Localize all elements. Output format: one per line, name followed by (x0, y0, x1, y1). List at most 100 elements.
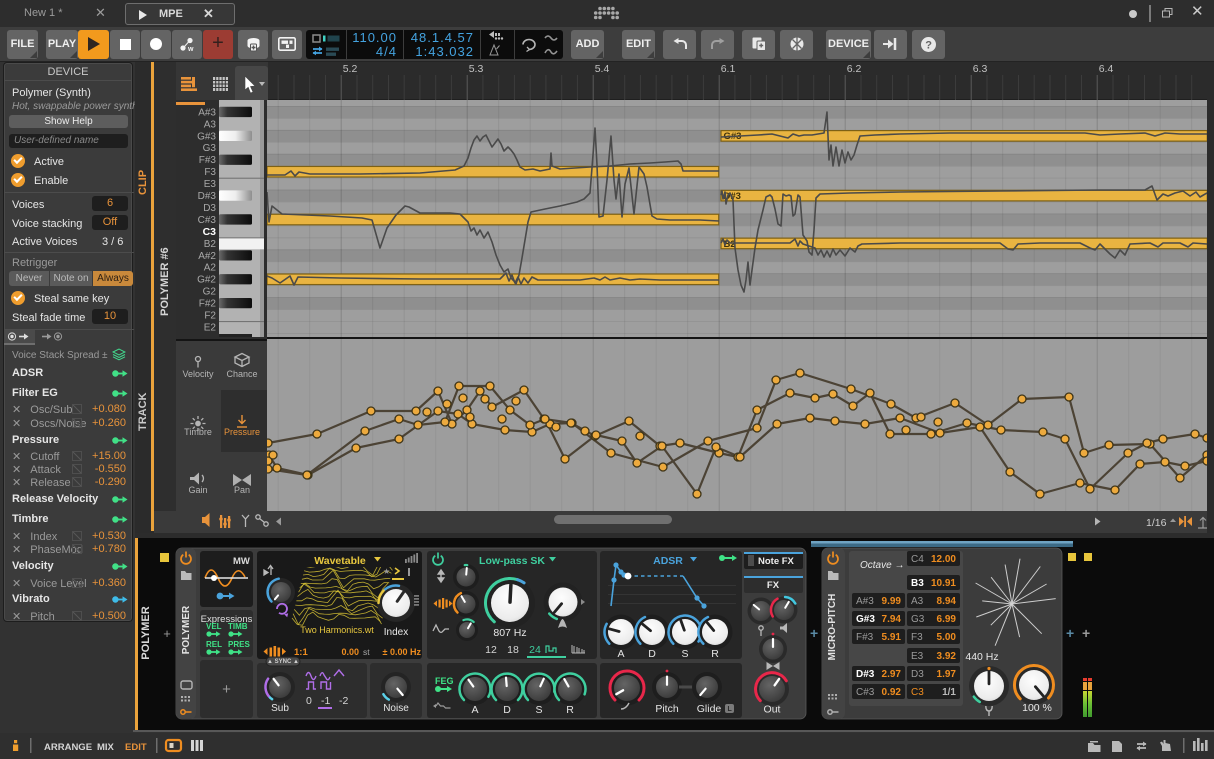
svg-text:6.2: 6.2 (847, 63, 862, 75)
svg-text:E3: E3 (911, 651, 924, 662)
svg-text:Glide: Glide (697, 703, 722, 715)
svg-text:D3: D3 (203, 203, 216, 214)
svg-text:5.3: 5.3 (469, 63, 484, 75)
svg-text:F3: F3 (911, 632, 923, 643)
svg-text:Out: Out (764, 704, 781, 716)
svg-text:MW: MW (233, 556, 250, 567)
svg-text:?: ? (925, 39, 932, 51)
svg-text:MICRO-PITCH: MICRO-PITCH (827, 594, 838, 661)
svg-text:12.00: 12.00 (931, 554, 956, 565)
svg-text:10.91: 10.91 (931, 578, 956, 589)
svg-text:1/16: 1/16 (1146, 517, 1167, 529)
svg-text:1/1: 1/1 (942, 687, 956, 698)
svg-text:VEL: VEL (206, 622, 222, 631)
svg-text:A#2: A#2 (198, 251, 216, 262)
svg-text:18: 18 (507, 644, 519, 656)
svg-text:D#3: D#3 (198, 191, 217, 202)
svg-text:★: ★ (383, 567, 390, 576)
svg-text:A#3: A#3 (856, 596, 874, 607)
svg-text:▲ SYNC ▲: ▲ SYNC ▲ (267, 659, 299, 665)
svg-text:Index: Index (384, 627, 408, 638)
svg-text:FX: FX (767, 580, 780, 591)
svg-text:5.2: 5.2 (343, 63, 358, 75)
svg-text:7.94: 7.94 (882, 614, 902, 625)
svg-text:st: st (363, 647, 370, 657)
svg-text:A3: A3 (204, 119, 217, 130)
svg-text:6.4: 6.4 (1099, 63, 1114, 75)
svg-text:1.97: 1.97 (937, 669, 957, 680)
svg-text:3.92: 3.92 (937, 651, 957, 662)
svg-text:F2: F2 (204, 311, 216, 322)
svg-text:1:1: 1:1 (294, 647, 308, 658)
svg-text:0: 0 (306, 695, 312, 707)
svg-text:B2: B2 (204, 239, 217, 250)
svg-text:G#2: G#2 (197, 275, 216, 286)
svg-text:D: D (503, 704, 511, 716)
svg-text:807 Hz: 807 Hz (493, 627, 526, 639)
svg-text:PRES: PRES (228, 640, 250, 649)
svg-text:R: R (566, 704, 574, 716)
svg-text:± 0.00 Hz: ± 0.00 Hz (383, 647, 422, 657)
svg-text:F#3: F#3 (856, 632, 874, 643)
svg-text:-1: -1 (321, 695, 330, 707)
svg-text:Low-pass SK: Low-pass SK (479, 555, 545, 567)
svg-text:5.4: 5.4 (595, 63, 610, 75)
svg-text:R: R (711, 648, 719, 660)
svg-text:440 Hz: 440 Hz (965, 651, 998, 663)
svg-text:MIX: MIX (97, 742, 115, 753)
svg-text:S: S (681, 648, 688, 660)
svg-text:ADSR: ADSR (653, 555, 683, 567)
svg-text:G2: G2 (203, 287, 217, 298)
svg-text:G3: G3 (203, 143, 217, 154)
svg-text:A: A (617, 648, 624, 660)
svg-text:0.00: 0.00 (341, 647, 359, 657)
svg-text:C3: C3 (203, 226, 217, 238)
svg-text:Pan: Pan (234, 485, 250, 495)
svg-text:E2: E2 (204, 323, 217, 334)
svg-text:A2: A2 (204, 263, 217, 274)
svg-text:D: D (648, 648, 656, 660)
svg-text:S: S (535, 704, 542, 716)
svg-text:Velocity: Velocity (182, 369, 214, 379)
svg-text:REL: REL (206, 640, 222, 649)
svg-text:C4: C4 (911, 554, 924, 565)
svg-text:6.1: 6.1 (721, 63, 736, 75)
svg-text:EDIT: EDIT (125, 742, 147, 753)
svg-text:+: + (1082, 625, 1090, 641)
svg-text:Two Harmonics.wt: Two Harmonics.wt (300, 625, 374, 635)
svg-text:5.00: 5.00 (937, 632, 957, 643)
svg-text:Gain: Gain (188, 485, 207, 495)
svg-text:+: + (1066, 625, 1074, 641)
svg-text:+: + (222, 681, 231, 698)
svg-text:E3: E3 (204, 179, 217, 190)
svg-text:B3: B3 (911, 578, 924, 589)
svg-text:D3: D3 (911, 669, 924, 680)
svg-text:Octave →: Octave → (860, 560, 904, 571)
svg-text:6.3: 6.3 (973, 63, 988, 75)
svg-text:Pressure: Pressure (224, 427, 260, 437)
svg-text:FEG: FEG (435, 676, 454, 686)
svg-text:100 %: 100 % (1022, 702, 1052, 714)
svg-text:G3: G3 (911, 614, 925, 625)
svg-text:w: w (187, 46, 194, 52)
svg-text:Pitch: Pitch (655, 703, 679, 715)
svg-text:Sub: Sub (271, 703, 289, 714)
svg-text:POLYMER: POLYMER (140, 606, 152, 659)
svg-text:F#2: F#2 (199, 299, 217, 310)
svg-text:G#3: G#3 (197, 131, 216, 142)
svg-text:TIMB: TIMB (228, 622, 248, 631)
svg-text:12: 12 (485, 644, 497, 656)
svg-text:POLYMER: POLYMER (181, 605, 192, 654)
svg-text:9.99: 9.99 (882, 596, 902, 607)
svg-text:Note FX: Note FX (758, 556, 795, 567)
svg-text:+: + (810, 625, 818, 641)
svg-text:G#3: G#3 (856, 614, 875, 625)
svg-text:F#3: F#3 (199, 155, 217, 166)
svg-text:D#3: D#3 (856, 669, 875, 680)
svg-text:2.97: 2.97 (882, 669, 902, 680)
svg-text:6.99: 6.99 (937, 614, 957, 625)
svg-text:Chance: Chance (226, 369, 257, 379)
svg-text:C#3: C#3 (856, 687, 875, 698)
svg-text:Wavetable: Wavetable (314, 555, 366, 567)
svg-text:A#3: A#3 (198, 107, 216, 118)
